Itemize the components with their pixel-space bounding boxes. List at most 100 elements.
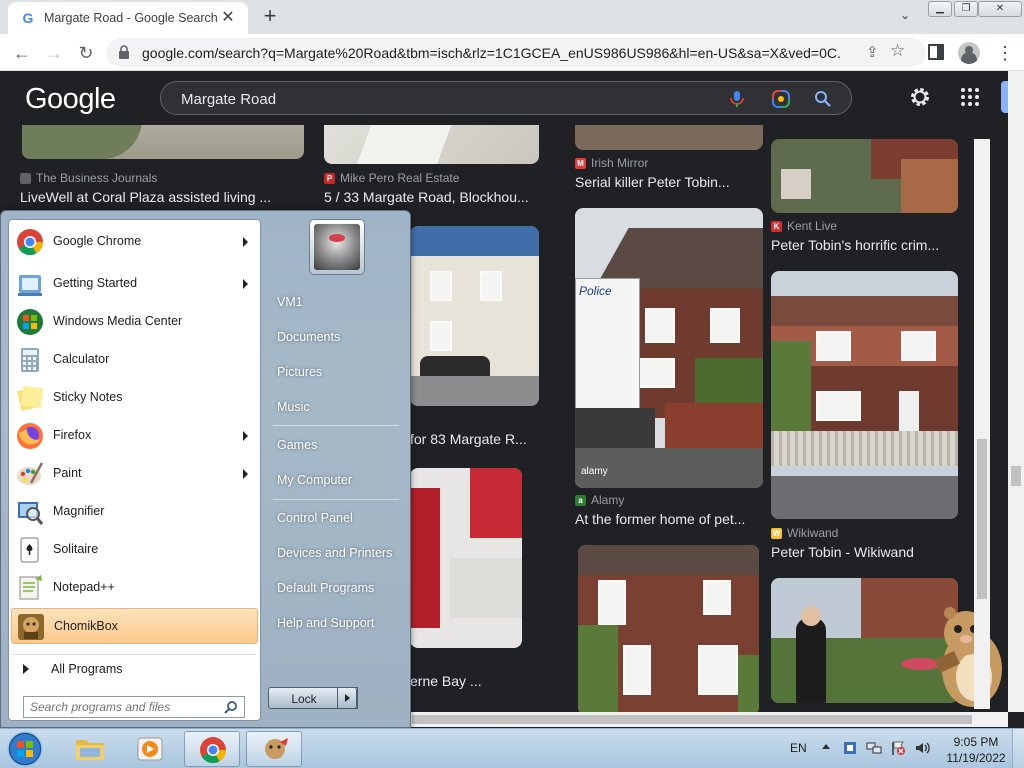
window-close-button[interactable]: ✕ bbox=[978, 1, 1022, 17]
share-icon[interactable]: ⇪ bbox=[866, 43, 879, 61]
result-caption[interactable]: erne Bay ... bbox=[410, 673, 540, 689]
language-indicator[interactable]: EN bbox=[790, 741, 807, 755]
start-search-input[interactable] bbox=[30, 699, 220, 715]
start-search-box[interactable] bbox=[23, 696, 245, 718]
tab-close-icon[interactable]: ✕ bbox=[218, 8, 238, 28]
result-source[interactable]: M Irish Mirror bbox=[575, 156, 648, 170]
side-panel-icon[interactable] bbox=[928, 44, 944, 60]
taskbar-chrome-button[interactable] bbox=[184, 731, 240, 767]
result-image[interactable] bbox=[578, 545, 759, 712]
search-input[interactable] bbox=[181, 89, 701, 109]
clock-date[interactable]: 11/19/2022 bbox=[944, 751, 1008, 765]
program-solitaire[interactable]: Solitaire bbox=[11, 532, 258, 568]
program-getting-started[interactable]: Getting Started bbox=[11, 266, 258, 302]
calculator-icon bbox=[21, 348, 39, 372]
window-restore-button[interactable]: ❐ bbox=[954, 1, 978, 17]
program-calculator[interactable]: Calculator bbox=[11, 342, 258, 378]
result-caption[interactable]: LiveWell at Coral Plaza assisted living … bbox=[20, 189, 304, 205]
start-link-pictures[interactable]: Pictures bbox=[269, 358, 399, 386]
result-caption[interactable]: Peter Tobin's horrific crim... bbox=[771, 237, 956, 253]
search-icon[interactable] bbox=[224, 700, 238, 714]
firefox-icon bbox=[17, 423, 43, 449]
result-image[interactable] bbox=[324, 125, 539, 164]
user-account-picture[interactable] bbox=[309, 219, 365, 275]
clock-time[interactable]: 9:05 PM bbox=[948, 735, 1004, 749]
start-link-help-and-support[interactable]: Help and Support bbox=[269, 609, 399, 637]
result-caption[interactable]: for 83 Margate R... bbox=[410, 431, 540, 447]
all-programs-button[interactable]: All Programs bbox=[11, 658, 258, 682]
result-image[interactable] bbox=[410, 226, 539, 406]
google-apps-grid-icon[interactable] bbox=[960, 87, 980, 107]
results-scrollbar[interactable] bbox=[974, 139, 990, 709]
bookmark-star-icon[interactable]: ☆ bbox=[890, 41, 905, 61]
program-notepad-plus-plus[interactable]: Notepad++ bbox=[11, 570, 258, 606]
start-link-documents[interactable]: Documents bbox=[269, 323, 399, 351]
submenu-arrow-icon[interactable] bbox=[243, 279, 248, 289]
taskbar-media-player-button[interactable] bbox=[122, 731, 178, 767]
result-caption[interactable]: At the former home of pet... bbox=[575, 511, 755, 527]
result-image[interactable] bbox=[410, 468, 522, 648]
tab-search-chevron-icon[interactable]: ⌄ bbox=[896, 8, 914, 26]
action-center-flag-icon[interactable] bbox=[890, 740, 906, 756]
result-image[interactable] bbox=[771, 271, 958, 519]
program-paint[interactable]: Paint bbox=[11, 456, 258, 492]
taskbar-explorer-button[interactable] bbox=[62, 731, 118, 767]
result-image[interactable] bbox=[575, 125, 763, 150]
result-caption[interactable]: Peter Tobin - Wikiwand bbox=[771, 544, 956, 560]
submenu-arrow-icon[interactable] bbox=[243, 237, 248, 247]
browser-menu-icon[interactable]: ⋮ bbox=[996, 41, 1014, 65]
program-magnifier[interactable]: Magnifier bbox=[11, 494, 258, 530]
page-horizontal-scrollbar[interactable] bbox=[410, 712, 1008, 727]
url-text[interactable]: google.com/search?q=Margate%20Road&tbm=i… bbox=[142, 45, 842, 61]
google-logo[interactable]: Google bbox=[25, 83, 116, 116]
taskbar-chomikbox-button[interactable] bbox=[246, 731, 302, 767]
result-image[interactable] bbox=[771, 139, 958, 213]
page-vertical-scrollbar[interactable] bbox=[1008, 71, 1024, 712]
source-favicon-icon bbox=[20, 172, 31, 184]
start-link-games[interactable]: Games bbox=[269, 431, 399, 459]
start-link-music[interactable]: Music bbox=[269, 393, 399, 421]
submenu-arrow-icon[interactable] bbox=[243, 469, 248, 479]
shutdown-options-arrow-icon[interactable] bbox=[337, 687, 357, 709]
volume-icon[interactable] bbox=[914, 740, 930, 756]
program-firefox[interactable]: Firefox bbox=[11, 418, 258, 454]
start-orb-icon[interactable] bbox=[4, 730, 46, 768]
start-link-control-panel[interactable]: Control Panel bbox=[269, 504, 399, 532]
profile-avatar-icon[interactable] bbox=[958, 42, 980, 64]
back-arrow-icon[interactable]: ← bbox=[10, 41, 34, 65]
start-link-my-computer[interactable]: My Computer bbox=[269, 466, 399, 494]
tray-app-icon[interactable] bbox=[842, 740, 858, 756]
search-box[interactable] bbox=[160, 81, 852, 115]
settings-gear-icon[interactable] bbox=[908, 85, 932, 109]
window-minimize-button[interactable]: ▁ bbox=[928, 1, 952, 17]
result-source[interactable]: The Business Journals bbox=[20, 171, 157, 185]
browser-tab-active[interactable]: G Margate Road - Google Search ✕ bbox=[8, 2, 248, 34]
start-link-devices-and-printers[interactable]: Devices and Printers bbox=[269, 539, 399, 567]
reload-icon[interactable]: ↻ bbox=[74, 41, 98, 65]
search-icon[interactable] bbox=[813, 89, 833, 109]
sign-in-button-edge[interactable] bbox=[1001, 81, 1008, 113]
start-link-vm1[interactable]: VM1 bbox=[269, 288, 399, 316]
result-image[interactable] bbox=[22, 125, 304, 159]
show-desktop-button[interactable] bbox=[1012, 729, 1024, 768]
start-link-default-programs[interactable]: Default Programs bbox=[269, 574, 399, 602]
result-source[interactable]: K Kent Live bbox=[771, 219, 837, 233]
result-source[interactable]: P Mike Pero Real Estate bbox=[324, 171, 459, 185]
forward-arrow-icon[interactable]: → bbox=[42, 41, 66, 65]
result-source[interactable]: W Wikiwand bbox=[771, 526, 838, 540]
result-caption[interactable]: 5 / 33 Margate Road, Blockhou... bbox=[324, 189, 534, 205]
network-icon[interactable] bbox=[866, 740, 882, 756]
microphone-icon[interactable] bbox=[727, 89, 747, 109]
new-tab-button[interactable]: + bbox=[258, 4, 282, 28]
google-lens-icon[interactable] bbox=[771, 89, 791, 109]
result-image[interactable]: Police alamy bbox=[575, 208, 763, 488]
submenu-arrow-icon[interactable] bbox=[243, 431, 248, 441]
address-bar[interactable]: google.com/search?q=Margate%20Road&tbm=i… bbox=[106, 38, 926, 67]
result-caption[interactable]: Serial killer Peter Tobin... bbox=[575, 174, 760, 190]
result-source[interactable]: a Alamy bbox=[575, 493, 624, 507]
program-chomikbox[interactable]: ChomikBox bbox=[11, 608, 258, 644]
program-google-chrome[interactable]: Google Chrome bbox=[11, 224, 258, 260]
program-windows-media-center[interactable]: Windows Media Center bbox=[11, 304, 258, 340]
show-hidden-icons-chevron-icon[interactable] bbox=[822, 744, 830, 749]
program-sticky-notes[interactable]: Sticky Notes bbox=[11, 380, 258, 416]
